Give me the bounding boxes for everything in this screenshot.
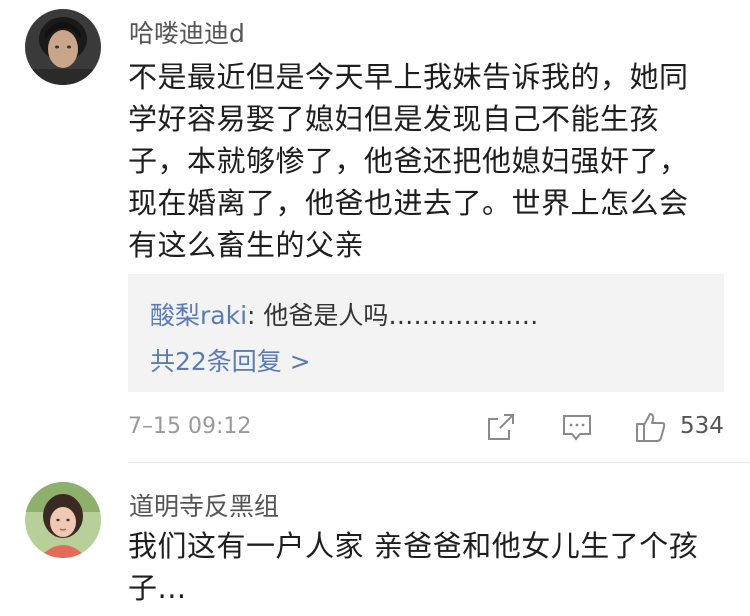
reply-line: 酸梨raki: 他爸是人吗……………… xyxy=(150,296,538,332)
comment-text: 不是最近但是今天早上我妹告诉我的，她同 学好容易娶了媳妇但是发现自己不能生孩 子… xyxy=(128,56,728,266)
reply-preview[interactable]: 酸梨raki: 他爸是人吗……………… 共22条回复 > xyxy=(128,274,724,392)
timestamp: 7–15 09:12 xyxy=(128,414,252,439)
comment-text-line: 子... xyxy=(128,571,187,605)
thumbs-up-icon[interactable] xyxy=(634,410,668,444)
comment-text-line: 不是最近但是今天早上我妹告诉我的，她同 xyxy=(128,60,689,94)
comment-text-line: 子，本就够惨了，他爸还把他媳妇强奸了， xyxy=(128,144,689,178)
reply-username[interactable]: 酸梨raki xyxy=(150,301,247,330)
avatar[interactable] xyxy=(25,9,101,85)
reply-text: 他爸是人吗……………… xyxy=(263,301,539,330)
comment-text-line: 我们这有一户人家 亲爸爸和他女儿生了个孩 xyxy=(128,529,699,563)
comment-text-line: 现在婚离了，他爸也进去了。世界上怎么会 xyxy=(128,186,689,220)
comment-username[interactable]: 哈喽迪迪d xyxy=(129,14,245,50)
comment-icon[interactable] xyxy=(560,410,594,444)
comment-text-line: 有这么畜生的父亲 xyxy=(128,228,365,262)
like-count: 534 xyxy=(680,413,724,439)
comment-text: 我们这有一户人家 亲爸爸和他女儿生了个孩 子... xyxy=(128,525,728,609)
comment-meta-row: 7–15 09:12 534 xyxy=(0,406,750,450)
comment-username[interactable]: 道明寺反黑组 xyxy=(129,487,279,523)
comment-item: 道明寺反黑组 我们这有一户人家 亲爸爸和他女儿生了个孩 子... xyxy=(0,463,750,616)
comment-text-line: 学好容易娶了媳妇但是发现自己不能生孩 xyxy=(128,102,660,136)
avatar[interactable] xyxy=(25,482,101,558)
reply-separator: : xyxy=(247,301,264,330)
view-replies-link[interactable]: 共22条回复 > xyxy=(150,342,311,378)
comment-item: 哈喽迪迪d 不是最近但是今天早上我妹告诉我的，她同 学好容易娶了媳妇但是发现自己… xyxy=(0,0,750,462)
share-icon[interactable] xyxy=(484,410,518,444)
